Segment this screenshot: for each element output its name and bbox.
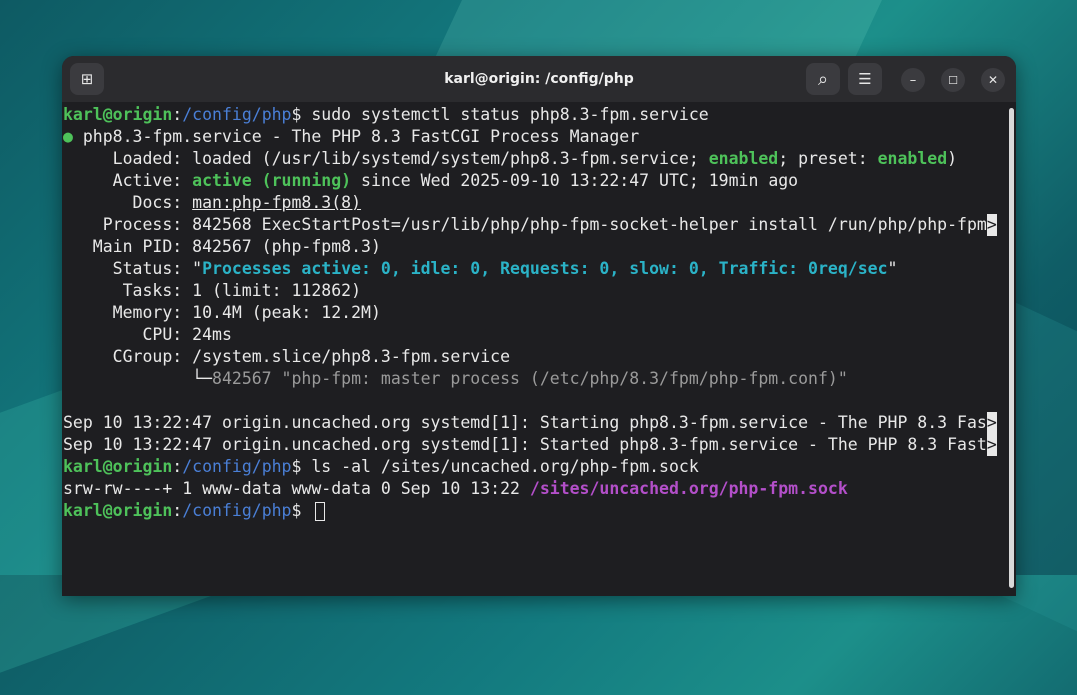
cgroup-line: CGroup: /system.slice/php8.3-fpm.service: [63, 347, 511, 366]
process-line: Process: 842568 ExecStartPost=/usr/lib/p…: [63, 214, 997, 236]
maximize-button[interactable]: ☐: [941, 68, 965, 92]
new-tab-button[interactable]: ⊞: [70, 63, 104, 95]
prompt-line: karl@origin:/config/php$: [63, 500, 326, 522]
search-button[interactable]: ⌕: [806, 63, 840, 95]
maximize-icon: ☐: [948, 73, 958, 87]
memory-line: Memory: 10.4M (peak: 12.2M): [63, 303, 381, 322]
ls-output-line: srw-rw----+ 1 www-data www-data 0 Sep 10…: [63, 479, 848, 498]
new-tab-icon: ⊞: [80, 70, 94, 88]
scrollbar[interactable]: [1009, 108, 1014, 588]
prompt-line: karl@origin:/config/php$ ls -al /sites/u…: [63, 457, 699, 476]
close-icon: ✕: [987, 73, 999, 87]
title-bar: karl@origin: /config/php ⊞ ⌕ ☰ – ☐ ✕: [62, 56, 1016, 102]
mainpid-line: Main PID: 842567 (php-fpm8.3): [63, 237, 381, 256]
loaded-line: Loaded: loaded (/usr/lib/systemd/system/…: [63, 149, 958, 168]
active-line: Active: active (running) since Wed 2025-…: [63, 171, 799, 190]
command-text: ls -al /sites/uncached.org/php-fpm.sock: [311, 457, 699, 476]
hamburger-menu-icon: ☰: [858, 70, 872, 88]
search-icon: ⌕: [817, 68, 829, 90]
command-text: sudo systemctl status php8.3-fpm.service: [311, 105, 709, 124]
log-line: Sep 10 13:22:47 origin.uncached.org syst…: [63, 434, 997, 456]
tasks-line: Tasks: 1 (limit: 112862): [63, 281, 362, 300]
truncation-marker: >: [986, 434, 997, 456]
docs-link[interactable]: man:php-fpm8.3(8): [192, 193, 361, 212]
minimize-button[interactable]: –: [901, 68, 925, 92]
minimize-icon: –: [909, 72, 917, 88]
docs-line: Docs: man:php-fpm8.3(8): [63, 193, 362, 212]
close-button[interactable]: ✕: [981, 68, 1005, 92]
terminal-window: karl@origin: /config/php ⊞ ⌕ ☰ – ☐ ✕ kar…: [62, 56, 1016, 596]
status-line: Status: "Processes active: 0, idle: 0, R…: [63, 259, 898, 278]
service-line: ● php8.3-fpm.service - The PHP 8.3 FastC…: [63, 127, 640, 146]
log-line: Sep 10 13:22:47 origin.uncached.org syst…: [63, 412, 997, 434]
truncation-marker: >: [986, 412, 997, 434]
text-cursor: [315, 502, 326, 521]
cpu-line: CPU: 24ms: [63, 325, 232, 344]
cgroup-tree-line: └─842567 "php-fpm: master process (/etc/…: [63, 369, 848, 388]
terminal-output[interactable]: karl@origin:/config/php$ sudo systemctl …: [62, 104, 1002, 596]
prompt-line: karl@origin:/config/php$ sudo systemctl …: [63, 105, 709, 124]
status-dot-icon: ●: [63, 127, 73, 146]
truncation-marker: >: [986, 214, 997, 236]
menu-button[interactable]: ☰: [848, 63, 882, 95]
